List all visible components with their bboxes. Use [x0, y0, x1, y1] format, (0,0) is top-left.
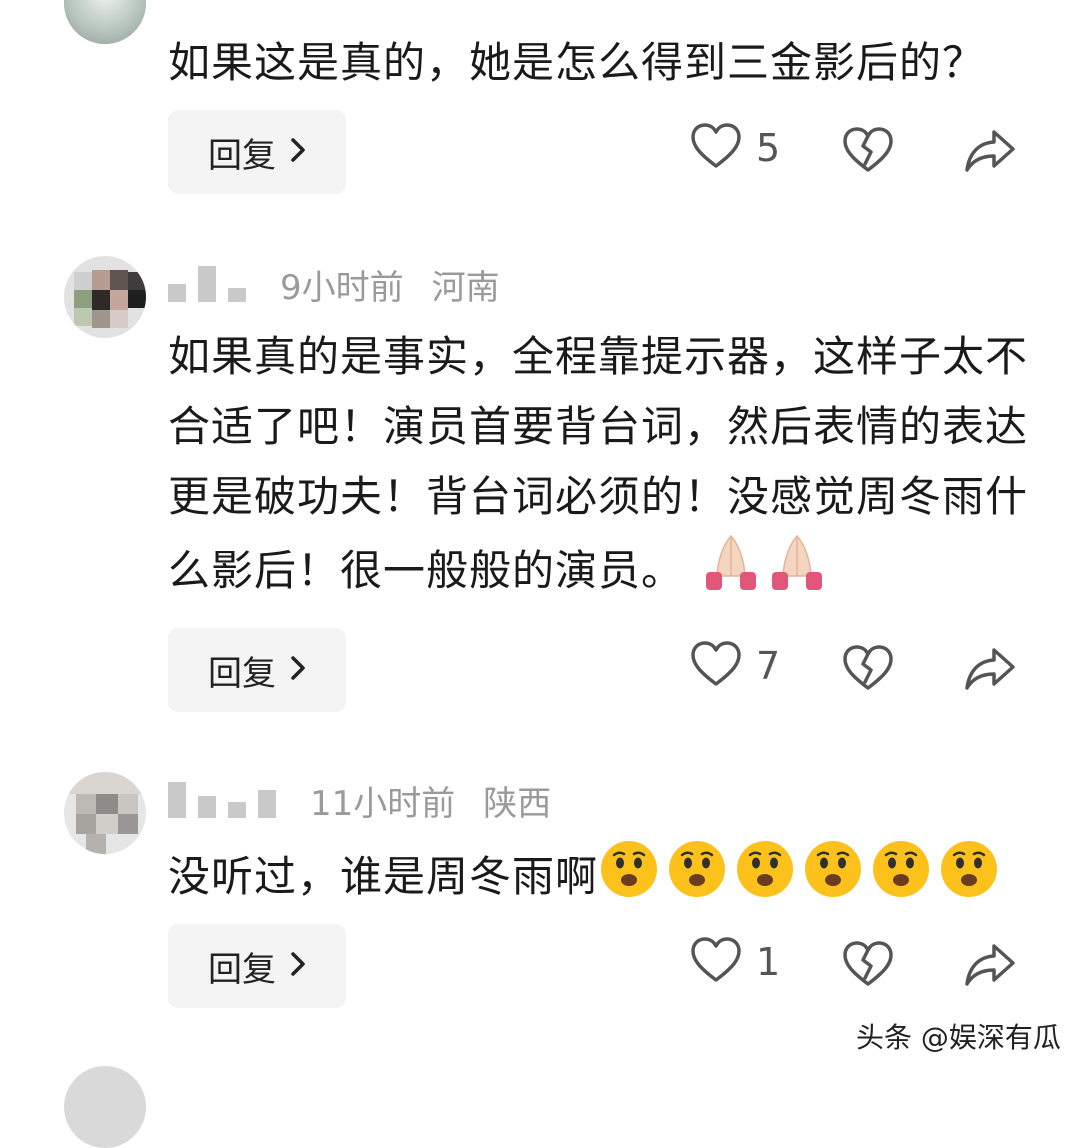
frowning-face-icon [734, 838, 796, 921]
like-count: 5 [756, 126, 781, 170]
comment-text-content: 没听过，谁是周冬雨啊 [168, 852, 599, 901]
comment-time: 9小时前 [280, 267, 404, 308]
nickname-blurred[interactable] [168, 782, 288, 818]
avatar[interactable] [64, 1066, 146, 1148]
share-button[interactable] [964, 646, 1016, 696]
heart-outline-icon [690, 640, 742, 692]
comment-text: 没听过，谁是周冬雨啊 [168, 838, 1068, 921]
share-arrow-icon [964, 130, 1016, 178]
broken-heart-icon [842, 127, 894, 178]
comment-text-content: 如果真的是事实，全程靠提示器，这样子太不合适了吧！演员首要背台词，然后表情的表达… [168, 332, 1029, 595]
chevron-right-icon [290, 132, 306, 172]
like-count: 1 [756, 940, 781, 984]
watermark: 头条 @娱深有瓜 [856, 1021, 1061, 1054]
share-arrow-icon [964, 944, 1016, 992]
frowning-face-icon [802, 838, 864, 921]
comment-meta: 9小时前 河南 [168, 262, 500, 308]
heart-outline-icon [690, 122, 742, 174]
share-button[interactable] [964, 128, 1016, 178]
comment-location: 陕西 [483, 783, 552, 824]
avatar[interactable] [64, 0, 146, 44]
reply-button[interactable]: 回复 [168, 628, 346, 712]
reply-label: 回复 [208, 949, 276, 990]
dislike-button[interactable] [842, 940, 894, 992]
avatar[interactable] [64, 772, 146, 854]
comment-time: 11小时前 [310, 783, 456, 824]
nickname-blurred[interactable] [168, 266, 258, 302]
like-button[interactable]: 1 [690, 936, 780, 988]
folded-hands-icon [764, 532, 830, 615]
frowning-face-icon [938, 838, 1000, 921]
share-arrow-icon [964, 648, 1016, 696]
frowning-face-icon [666, 838, 728, 921]
like-button[interactable]: 5 [690, 122, 780, 174]
reply-button[interactable]: 回复 [168, 110, 346, 194]
frowning-face-icon [870, 838, 932, 921]
like-count: 7 [756, 644, 781, 688]
folded-hands-icon [698, 532, 764, 615]
comment-text: 如果真的是事实，全程靠提示器，这样子太不合适了吧！演员首要背台词，然后表情的表达… [168, 322, 1038, 615]
avatar[interactable] [64, 256, 146, 338]
broken-heart-icon [842, 645, 894, 696]
heart-outline-icon [690, 936, 742, 988]
chevron-right-icon [290, 650, 306, 690]
reply-button[interactable]: 回复 [168, 924, 346, 1008]
reply-label: 回复 [208, 653, 276, 694]
dislike-button[interactable] [842, 644, 894, 696]
comment-location: 河南 [431, 267, 500, 308]
comment-meta: 11小时前 陕西 [168, 778, 552, 824]
emoji-row [598, 841, 1006, 901]
reply-label: 回复 [208, 135, 276, 176]
chevron-right-icon [290, 946, 306, 986]
share-button[interactable] [964, 942, 1016, 992]
dislike-button[interactable] [842, 126, 894, 178]
like-button[interactable]: 7 [690, 640, 780, 692]
frowning-face-icon [598, 838, 660, 921]
comment-text: 如果这是真的，她是怎么得到三金影后的？ [168, 38, 986, 87]
broken-heart-icon [842, 941, 894, 992]
